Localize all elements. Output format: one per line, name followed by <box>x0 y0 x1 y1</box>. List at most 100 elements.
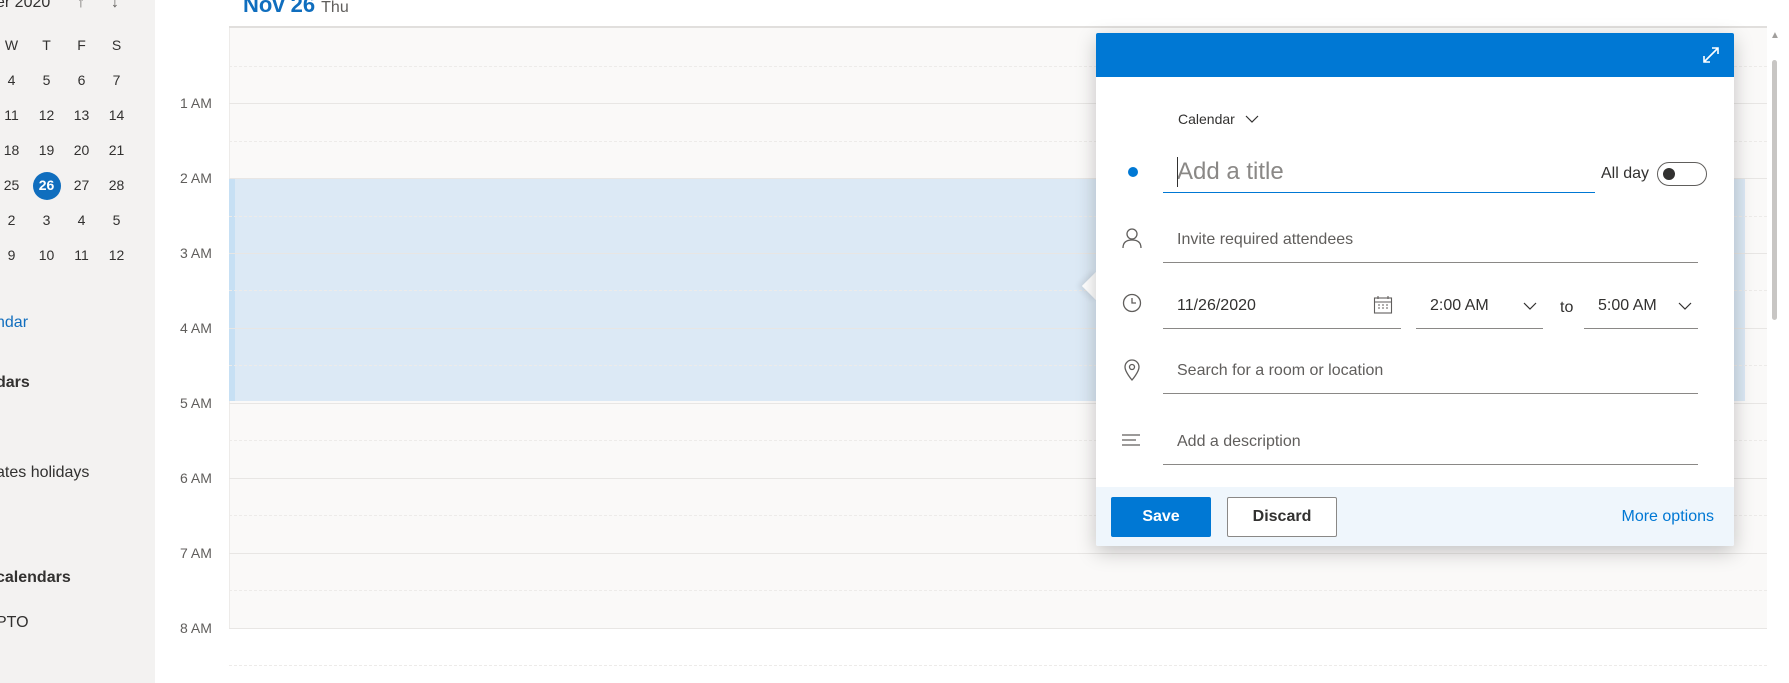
save-button[interactable]: Save <box>1111 497 1211 537</box>
hour-line <box>229 628 1767 629</box>
person-icon <box>1122 228 1142 249</box>
previous-month-arrow-icon[interactable]: ↑ <box>77 0 85 12</box>
chevron-down-icon <box>1523 302 1537 310</box>
calendar-day[interactable]: 10 <box>29 238 64 273</box>
calendar-day[interactable]: 19 <box>29 133 64 168</box>
calendar-week-row: 25 26 27 28 <box>0 168 150 203</box>
calendar-week-row: 18 19 20 21 <box>0 133 150 168</box>
calendar-day[interactable]: 5 <box>99 203 134 238</box>
day-header: Nov 26 Thu <box>243 0 349 18</box>
calendar-day[interactable]: 11 <box>0 98 29 133</box>
weekday-header: W <box>4 37 19 53</box>
description-placeholder: Add a description <box>1177 433 1301 450</box>
hour-label: 8 AM <box>180 620 212 636</box>
attendees-input[interactable]: Invite required attendees <box>1163 223 1698 263</box>
start-date-value: 11/26/2020 <box>1177 297 1256 314</box>
calendar-day-today[interactable]: 26 <box>29 168 64 203</box>
calendar-day[interactable]: 25 <box>0 168 29 203</box>
half-hour-line <box>229 665 1767 666</box>
calendar-day[interactable]: 28 <box>99 168 134 203</box>
calendar-day[interactable]: 27 <box>64 168 99 203</box>
next-month-arrow-icon[interactable]: ↓ <box>111 0 119 12</box>
calendar-day[interactable]: 2 <box>0 203 29 238</box>
start-time-select[interactable]: 2:00 AM <box>1416 289 1543 329</box>
more-options-link[interactable]: More options <box>1622 508 1715 526</box>
end-time-select[interactable]: 5:00 AM <box>1584 289 1698 329</box>
calendar-selector[interactable]: Calendar <box>1178 111 1259 127</box>
calendar-day[interactable]: 7 <box>99 63 134 98</box>
text-lines-icon <box>1122 434 1140 446</box>
calendar-day[interactable]: 9 <box>0 238 29 273</box>
chevron-down-icon <box>1245 115 1259 123</box>
calendar-day[interactable]: 3 <box>29 203 64 238</box>
calendar-week-row: 9 10 11 12 <box>0 238 150 273</box>
start-time-value: 2:00 AM <box>1430 297 1489 314</box>
location-input[interactable]: Search for a room or location <box>1163 354 1698 394</box>
attendees-placeholder: Invite required attendees <box>1177 231 1354 248</box>
my-calendars-heading[interactable]: dars <box>0 374 30 392</box>
to-label: to <box>1560 299 1574 316</box>
hour-label: 1 AM <box>180 95 212 111</box>
day-grid-top-divider <box>229 26 1767 28</box>
all-day-toggle[interactable] <box>1657 162 1708 186</box>
description-input[interactable]: Add a description <box>1163 425 1698 465</box>
hour-line <box>229 553 1767 554</box>
month-title: er 2020 <box>0 0 51 11</box>
hour-label: 2 AM <box>180 170 212 186</box>
calendar-icon[interactable] <box>1373 295 1393 315</box>
text-cursor <box>1177 157 1178 187</box>
calendar-day[interactable]: 21 <box>99 133 134 168</box>
calendar-day[interactable]: 12 <box>29 98 64 133</box>
calendar-day[interactable]: 6 <box>64 63 99 98</box>
weekday-header: S <box>111 37 122 53</box>
chevron-down-icon <box>1678 302 1692 310</box>
calendar-week-row: 2 3 4 5 <box>0 203 150 238</box>
hour-label: 5 AM <box>180 395 212 411</box>
scroll-up-arrow-icon[interactable]: ▲ <box>1770 30 1780 41</box>
calendar-day[interactable]: 13 <box>64 98 99 133</box>
day-header-weekday: Thu <box>321 0 349 16</box>
holidays-calendar-item[interactable]: ates holidays <box>0 464 89 482</box>
all-day-toggle-group: All day <box>1601 162 1708 186</box>
calendar-day[interactable]: 14 <box>99 98 134 133</box>
add-calendar-link[interactable]: ndar <box>0 314 28 332</box>
calendar-day[interactable]: 5 <box>29 63 64 98</box>
hour-label: 3 AM <box>180 245 212 261</box>
calendar-day[interactable]: 11 <box>64 238 99 273</box>
expand-icon[interactable] <box>1700 44 1722 66</box>
calendar-day[interactable]: 4 <box>0 63 29 98</box>
calendar-day[interactable]: 20 <box>64 133 99 168</box>
hour-label: 6 AM <box>180 470 212 486</box>
calendar-week-row: 11 12 13 14 <box>0 98 150 133</box>
other-calendars-heading[interactable]: calendars <box>0 569 71 587</box>
calendar-day[interactable]: 4 <box>64 203 99 238</box>
vertical-scrollbar-thumb[interactable] <box>1772 60 1777 320</box>
discard-button[interactable]: Discard <box>1227 497 1337 537</box>
new-event-popup: Calendar All day Invite required attende… <box>1096 33 1734 546</box>
all-day-label: All day <box>1601 165 1650 182</box>
weekday-header: F <box>77 37 86 53</box>
calendar-day[interactable]: 18 <box>0 133 29 168</box>
day-header-date: Nov 26 <box>243 0 316 17</box>
event-title-input[interactable] <box>1163 151 1595 193</box>
calendar-color-dot <box>1128 167 1138 177</box>
popup-header-bar <box>1096 33 1734 77</box>
calendar-day[interactable]: 12 <box>99 238 134 273</box>
today-label: 26 <box>38 177 55 193</box>
pto-calendar-item[interactable]: PTO <box>0 614 29 632</box>
location-pin-icon <box>1124 359 1140 381</box>
calendar-selector-label: Calendar <box>1178 111 1235 127</box>
start-date-field[interactable]: 11/26/2020 <box>1163 289 1401 329</box>
calendar-week-row: 4 5 6 7 <box>0 63 150 98</box>
day-grid-work-hours-area <box>229 628 1767 683</box>
half-hour-line <box>229 590 1767 591</box>
hour-label: 4 AM <box>180 320 212 336</box>
clock-icon <box>1122 293 1142 313</box>
popup-footer: Save Discard More options <box>1096 487 1734 546</box>
location-placeholder: Search for a room or location <box>1177 362 1384 379</box>
hour-label: 7 AM <box>180 545 212 561</box>
sidebar: er 2020 ↑ ↓ W T F S 4 5 6 7 11 12 13 14 … <box>0 0 155 683</box>
weekday-header-row: W T F S <box>0 28 150 63</box>
end-time-value: 5:00 AM <box>1598 297 1657 314</box>
weekday-header: T <box>42 37 51 53</box>
